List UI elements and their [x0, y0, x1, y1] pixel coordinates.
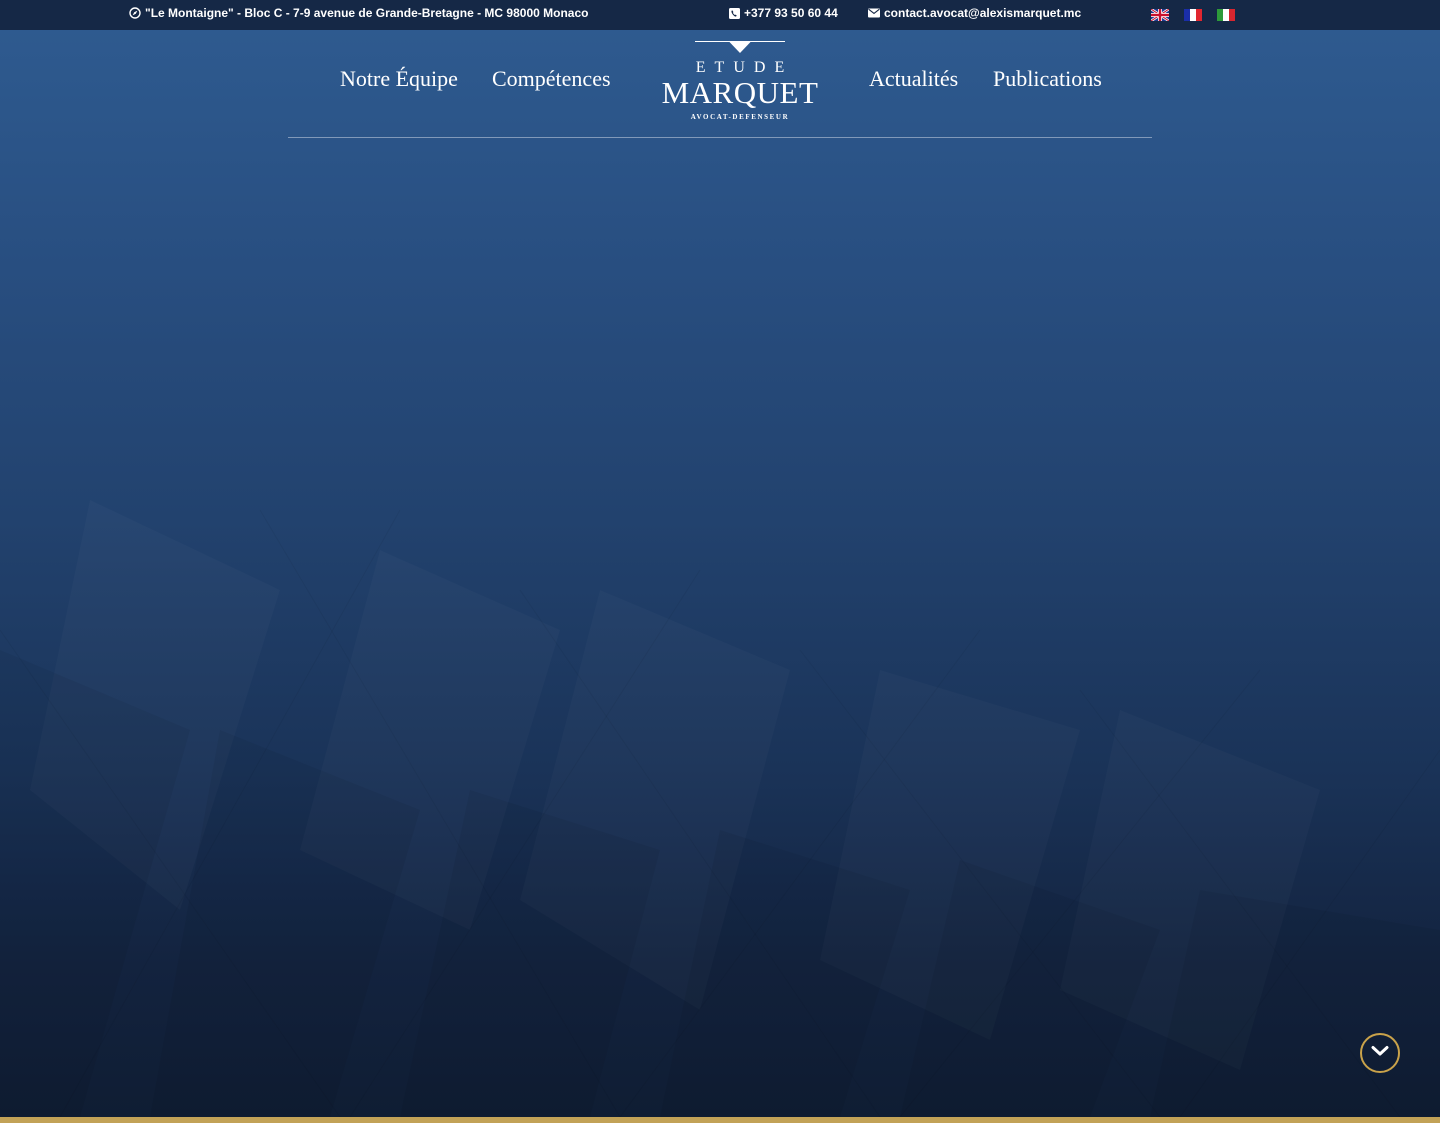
footer-accent-strip — [0, 1117, 1440, 1123]
france-flag-icon[interactable] — [1184, 9, 1202, 21]
site-logo[interactable]: ETUDE MARQUET AVOCAT-DEFENSEUR — [660, 40, 820, 124]
nav-divider — [288, 137, 1152, 138]
email-text[interactable]: contact.avocat@alexismarquet.mc — [884, 0, 1081, 26]
main-navigation: Notre Équipe Compétences ETUDE MARQUET A… — [0, 30, 1440, 138]
uk-flag-icon[interactable] — [1151, 9, 1169, 21]
phone-icon — [729, 7, 740, 19]
logo-line-marquet: MARQUET — [661, 75, 819, 110]
language-switcher — [1151, 9, 1235, 21]
logo-line-subtitle: AVOCAT-DEFENSEUR — [690, 113, 790, 121]
compass-icon — [129, 7, 141, 19]
top-contact-bar: "Le Montaigne" - Bloc C - 7-9 avenue de … — [0, 0, 1440, 30]
chevron-down-icon — [1371, 1044, 1389, 1062]
phone-text[interactable]: +377 93 50 60 44 — [744, 0, 838, 26]
italy-flag-icon[interactable] — [1217, 9, 1235, 21]
nav-item-actualites[interactable]: Actualités — [869, 66, 958, 92]
nav-item-publications[interactable]: Publications — [993, 66, 1102, 92]
phone-item[interactable]: +377 93 50 60 44 — [729, 0, 838, 26]
address-text: "Le Montaigne" - Bloc C - 7-9 avenue de … — [145, 6, 589, 20]
envelope-icon — [868, 8, 880, 18]
scroll-down-button[interactable] — [1360, 1033, 1400, 1073]
hero-background-pattern — [0, 509, 1440, 1117]
hero-section: Notre Équipe Compétences ETUDE MARQUET A… — [0, 30, 1440, 1117]
address-item: "Le Montaigne" - Bloc C - 7-9 avenue de … — [129, 0, 588, 26]
nav-item-notre-equipe[interactable]: Notre Équipe — [340, 66, 458, 92]
nav-item-competences[interactable]: Compétences — [492, 66, 611, 92]
logo-triangle-icon — [695, 41, 785, 53]
email-item[interactable]: contact.avocat@alexismarquet.mc — [868, 0, 1081, 26]
